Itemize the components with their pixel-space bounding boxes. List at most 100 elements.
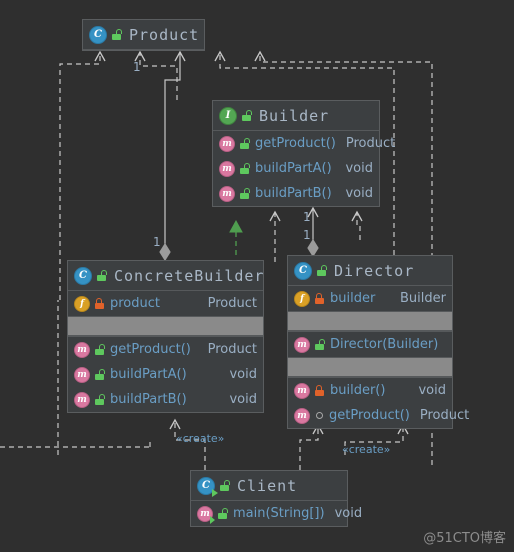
unlock-public-icon — [220, 480, 230, 491]
edge-label-create-left: «create» — [176, 432, 225, 445]
method-icon: m — [294, 382, 310, 399]
node-title: Product — [129, 25, 200, 44]
node-header: C Client — [191, 471, 347, 501]
member-name: buildPartA() — [110, 367, 187, 382]
edge-client-creates-concretebuilder — [169, 418, 206, 470]
method-section: m main(String[]) void — [191, 501, 362, 526]
member-name: Director(Builder) — [330, 337, 439, 352]
field-section: f builder Builder — [288, 286, 452, 311]
member-name: buildPartB() — [255, 186, 332, 201]
class-node-builder[interactable]: I Builder m getProduct() Product m build… — [212, 100, 395, 207]
member-row[interactable]: f product Product — [68, 291, 263, 316]
multiplicity-director-upper: 1 — [303, 210, 311, 224]
member-row[interactable]: m builder() void — [288, 378, 452, 403]
edge-label-create-right: «create» — [342, 443, 391, 456]
member-name: getProduct() — [255, 136, 336, 151]
section-separator — [68, 316, 263, 336]
method-icon: m — [74, 341, 90, 358]
member-type: Product — [345, 136, 396, 151]
class-node-product[interactable]: C Product — [82, 19, 205, 51]
class-node-director[interactable]: C Director f builder Builder m Director(… — [287, 255, 469, 429]
member-type: Product — [207, 296, 257, 311]
runnable-class-icon: C — [197, 476, 218, 497]
method-section: m builder() void m getProduct() Product — [288, 377, 469, 428]
method-icon: m — [219, 135, 235, 152]
class-icon: C — [294, 261, 312, 280]
field-icon: f — [74, 295, 90, 312]
unlock-public-icon — [95, 369, 105, 380]
class-icon: C — [74, 266, 92, 285]
constructor-section: m Director(Builder) — [288, 331, 452, 357]
node-header: I Builder — [213, 101, 379, 131]
multiplicity-product-top: 1 — [133, 60, 141, 74]
node-title: Client — [237, 476, 298, 495]
member-row[interactable]: m main(String[]) void — [191, 501, 362, 526]
uml-diagram-canvas[interactable]: Product --> Product --> Product (dashed,… — [0, 0, 514, 552]
class-node-concretebuilder[interactable]: C ConcreteBuilder f product Product m ge… — [67, 260, 264, 413]
member-name: builder — [330, 291, 376, 306]
watermark: @51CTO博客 — [423, 531, 506, 546]
member-row[interactable]: m buildPartB() void — [213, 181, 379, 206]
lock-private-icon — [95, 298, 104, 309]
node-title: Builder — [259, 106, 330, 125]
member-row[interactable]: m buildPartA() void — [68, 362, 263, 387]
member-name: getProduct() — [329, 408, 410, 423]
unlock-public-icon — [95, 394, 105, 405]
member-type: void — [345, 161, 373, 176]
member-row[interactable]: m buildPartB() void — [68, 387, 263, 412]
edge-client-creates-director — [299, 423, 324, 470]
edge-builder-uses-product — [134, 50, 178, 100]
lock-private-icon — [315, 293, 324, 304]
member-row[interactable]: m buildPartA() void — [213, 156, 379, 181]
member-row[interactable]: m getProduct() Product — [213, 131, 395, 156]
method-icon: m — [219, 160, 235, 177]
member-row[interactable]: f builder Builder — [288, 286, 452, 311]
member-type: void — [418, 383, 446, 398]
unlock-public-icon — [317, 265, 327, 276]
method-icon: m — [294, 407, 310, 424]
edge-concretebuilder-product-association — [164, 50, 186, 250]
node-header: C Director — [288, 256, 452, 286]
package-private-icon — [316, 412, 323, 419]
member-row[interactable]: m getProduct() Product — [68, 337, 263, 362]
interface-icon: I — [219, 106, 237, 125]
member-type: Product — [207, 342, 257, 357]
node-header: C Product — [83, 20, 204, 50]
member-name: product — [110, 296, 161, 311]
class-node-client[interactable]: C Client m main(String[]) void — [190, 470, 362, 527]
member-row[interactable]: m getProduct() Product — [288, 403, 469, 428]
node-title: ConcreteBuilder — [114, 266, 265, 285]
section-separator — [288, 357, 452, 377]
edge-client-uses-builder — [351, 210, 363, 240]
run-badge-icon — [212, 488, 218, 497]
lock-private-icon — [315, 385, 324, 396]
run-badge-icon — [210, 515, 215, 524]
member-section: m getProduct() Product m buildPartA() vo… — [213, 131, 395, 206]
member-type: void — [345, 186, 373, 201]
member-type: void — [334, 506, 363, 521]
unlock-public-icon — [112, 29, 122, 40]
field-section: f product Product — [68, 291, 263, 316]
method-icon: m — [219, 185, 235, 202]
unlock-public-icon — [242, 110, 252, 121]
section-separator — [288, 311, 452, 331]
multiplicity-director-lower: 1 — [303, 228, 311, 242]
member-type: void — [229, 392, 257, 407]
method-icon: m — [74, 366, 90, 383]
member-row[interactable]: m Director(Builder) — [288, 332, 452, 357]
unlock-public-icon — [95, 344, 105, 355]
member-name: builder() — [330, 383, 386, 398]
unlock-public-icon — [240, 188, 250, 199]
member-type: Product — [419, 408, 470, 423]
multiplicity-concretebuilder: 1 — [153, 235, 161, 249]
member-type: void — [229, 367, 257, 382]
unlock-public-icon — [240, 163, 250, 174]
member-type: Builder — [400, 291, 446, 306]
method-icon: m — [74, 391, 90, 408]
member-name: main(String[]) — [233, 506, 325, 521]
unlock-public-icon — [218, 508, 228, 519]
member-name: buildPartA() — [255, 161, 332, 176]
unlock-public-icon — [240, 138, 250, 149]
field-icon: f — [294, 290, 310, 307]
runnable-method-icon: m — [197, 505, 215, 524]
